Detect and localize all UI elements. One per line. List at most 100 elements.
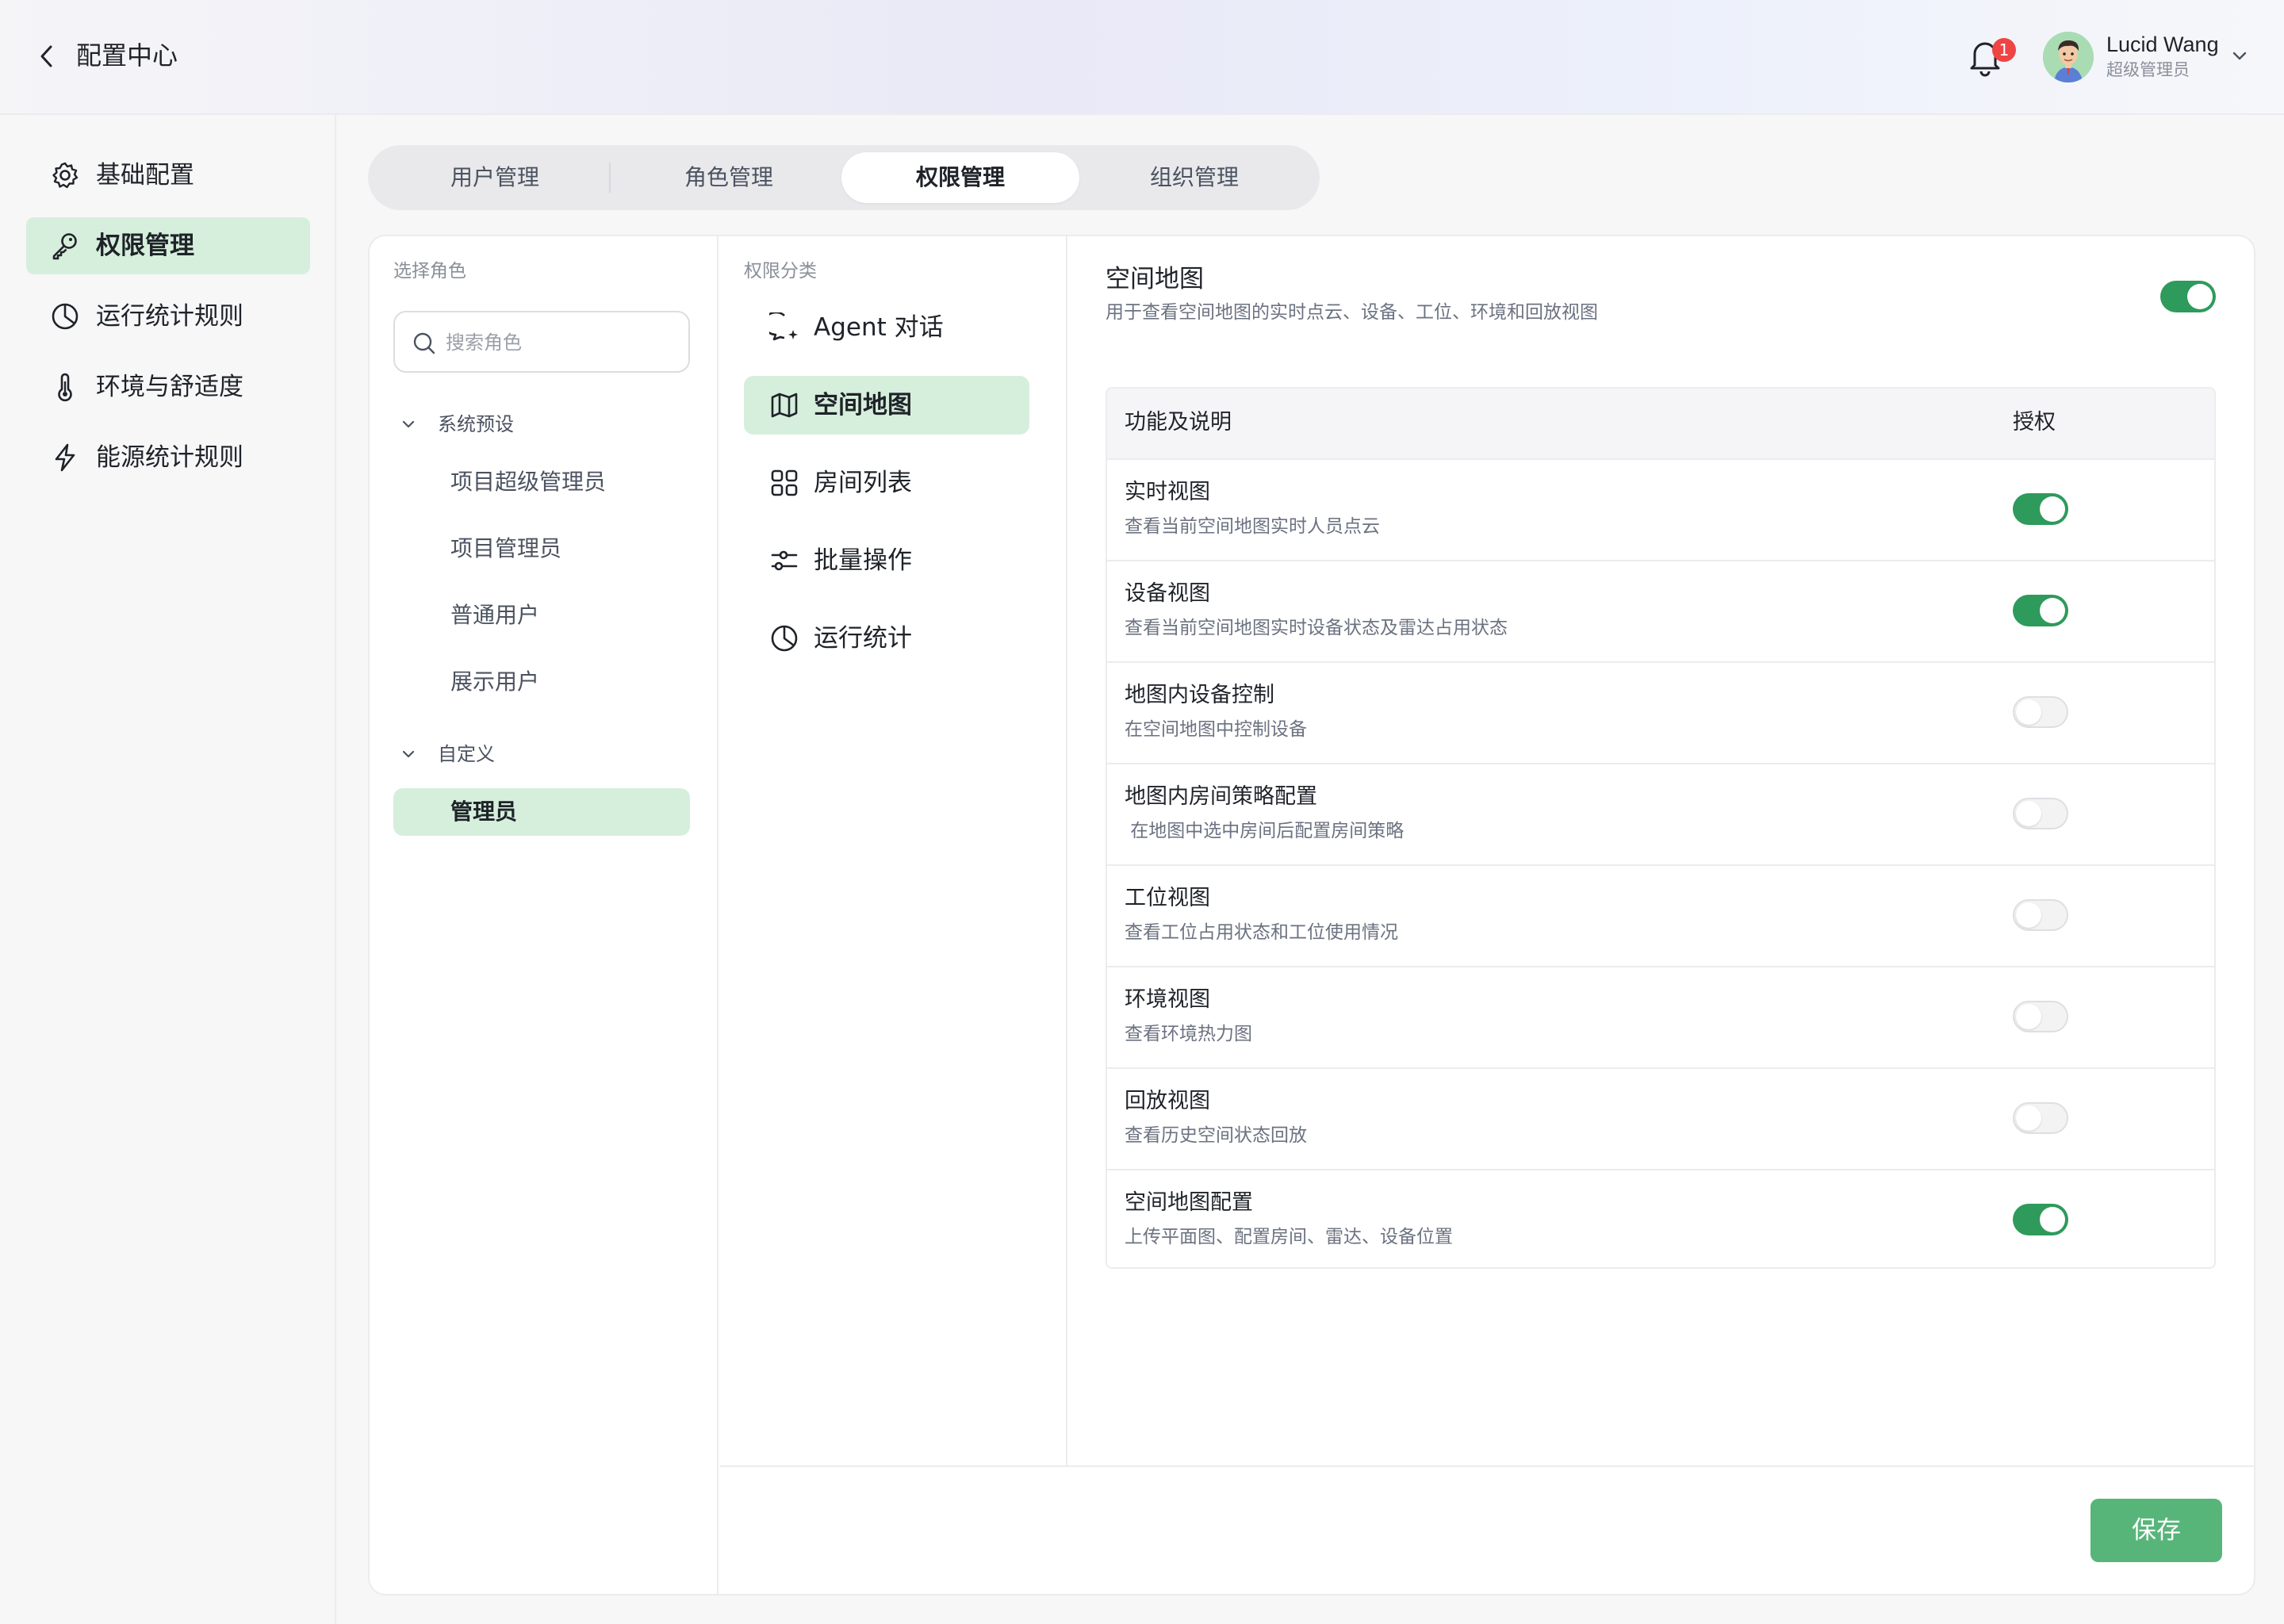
chevron-left-icon[interactable] [35, 41, 59, 71]
sidebar-item-energy-rules[interactable]: 能源统计规则 [26, 429, 310, 486]
sidebar-item-label: 基础配置 [96, 161, 194, 190]
table-row: 回放视图 查看历史空间状态回放 [1107, 1067, 2214, 1169]
column-divider [1066, 236, 1067, 1465]
role-item-display-user[interactable]: 展示用户 [393, 658, 690, 706]
role-group-label: 自定义 [438, 743, 495, 765]
sidebar-item-permissions[interactable]: 权限管理 [26, 217, 310, 274]
permission-table: 功能及说明 授权 实时视图 查看当前空间地图实时人员点云 设备视图 查看当前空间… [1106, 387, 2216, 1269]
role-group-label: 系统预设 [438, 413, 514, 435]
feature-name: 回放视图 [1125, 1089, 1210, 1113]
feature-name: 工位视图 [1125, 886, 1210, 910]
feature-desc: 在空间地图中控制设备 [1125, 719, 1307, 740]
footer-divider [720, 1465, 2254, 1467]
feature-name: 环境视图 [1125, 987, 1210, 1012]
avatar[interactable] [2043, 32, 2094, 82]
grid-icon [771, 469, 798, 496]
user-role: 超级管理员 [2106, 60, 2190, 79]
feature-name: 地图内设备控制 [1125, 683, 1274, 707]
notification-badge: 1 [1992, 38, 2016, 62]
role-item-label: 项目管理员 [450, 535, 562, 561]
tab-user-management[interactable]: 用户管理 [376, 152, 614, 203]
role-item-project-super-admin[interactable]: 项目超级管理员 [393, 458, 690, 506]
feature-toggle[interactable] [2013, 1204, 2068, 1235]
tab-org-management[interactable]: 组织管理 [1075, 152, 1313, 203]
feature-toggle[interactable] [2013, 798, 2068, 829]
sidebar-item-label: 权限管理 [96, 232, 194, 260]
sliders-icon [771, 550, 798, 571]
category-label: 运行统计 [814, 624, 912, 653]
tab-bar: 用户管理 角色管理 权限管理 组织管理 [368, 145, 1320, 210]
table-header: 功能及说明 授权 [1107, 389, 2214, 458]
category-label: 批量操作 [814, 546, 912, 575]
chevron-down-icon[interactable] [2230, 46, 2249, 65]
role-search [393, 311, 690, 373]
role-section-label: 选择角色 [393, 261, 466, 282]
master-toggle[interactable] [2160, 281, 2216, 312]
category-batch-ops[interactable]: 批量操作 [744, 531, 1029, 590]
key-icon [52, 233, 77, 260]
column-header-feature: 功能及说明 [1125, 410, 1232, 435]
feature-desc: 在地图中选中房间后配置房间策略 [1125, 821, 1405, 841]
chevron-down-icon [402, 420, 415, 428]
role-item-label: 管理员 [450, 799, 518, 825]
role-item-label: 普通用户 [450, 602, 540, 628]
tab-permission-management[interactable]: 权限管理 [841, 152, 1079, 203]
lightning-icon [55, 443, 75, 472]
category-label: Agent 对话 [814, 313, 944, 342]
feature-toggle[interactable] [2013, 1102, 2068, 1134]
table-row: 设备视图 查看当前空间地图实时设备状态及雷达占用状态 [1107, 560, 2214, 661]
app-title: 配置中心 [76, 40, 178, 71]
search-icon [413, 332, 435, 354]
feature-desc: 查看当前空间地图实时人员点云 [1125, 516, 1380, 537]
detail-title: 空间地图 [1106, 265, 1204, 293]
feature-desc: 查看当前空间地图实时设备状态及雷达占用状态 [1125, 618, 1508, 638]
map-icon [771, 393, 798, 418]
feature-desc: 查看工位占用状态和工位使用情况 [1125, 922, 1398, 943]
save-button[interactable]: 保存 [2090, 1499, 2222, 1562]
thermometer-icon [58, 373, 72, 402]
feature-toggle[interactable] [2013, 1001, 2068, 1032]
feature-toggle[interactable] [2013, 899, 2068, 931]
pie-chart-icon [771, 625, 798, 652]
sidebar-item-basic-config[interactable]: 基础配置 [26, 147, 310, 204]
role-item-project-admin[interactable]: 项目管理员 [393, 525, 690, 573]
role-item-normal-user[interactable]: 普通用户 [393, 592, 690, 639]
tab-role-management[interactable]: 角色管理 [610, 152, 848, 203]
sidebar-item-label: 环境与舒适度 [96, 373, 243, 401]
role-search-input[interactable] [444, 324, 677, 362]
sidebar-item-environment[interactable]: 环境与舒适度 [26, 358, 310, 416]
category-space-map[interactable]: 空间地图 [744, 376, 1029, 435]
permission-card: 选择角色 系统预设 项目超级管理员 项目管理员 普通用户 展示用户 自定义 管理… [368, 235, 2255, 1595]
category-label: 房间列表 [814, 469, 912, 497]
role-item-label: 项目超级管理员 [450, 469, 607, 495]
table-row: 环境视图 查看环境热力图 [1107, 966, 2214, 1067]
user-name: Lucid Wang [2106, 33, 2219, 56]
sidebar-item-run-stats-rules[interactable]: 运行统计规则 [26, 288, 310, 345]
category-run-stats[interactable]: 运行统计 [744, 609, 1029, 668]
feature-toggle[interactable] [2013, 493, 2068, 525]
feature-name: 设备视图 [1125, 581, 1210, 606]
feature-name: 空间地图配置 [1125, 1190, 1253, 1215]
table-row: 地图内设备控制 在空间地图中控制设备 [1107, 661, 2214, 763]
category-agent-chat[interactable]: Agent 对话 [744, 298, 1029, 357]
category-column: 权限分类 Agent 对话 空间地图 房间列表 批量操作 运行统计 [719, 236, 1066, 1465]
category-room-list[interactable]: 房间列表 [744, 454, 1029, 512]
sidebar-item-label: 运行统计规则 [96, 302, 243, 331]
pie-chart-icon [52, 303, 79, 330]
detail-description: 用于查看空间地图的实时点云、设备、工位、环境和回放视图 [1106, 302, 1598, 323]
feature-toggle[interactable] [2013, 595, 2068, 626]
table-row: 工位视图 查看工位占用状态和工位使用情况 [1107, 864, 2214, 966]
feature-name: 地图内房间策略配置 [1125, 784, 1317, 809]
category-section-label: 权限分类 [744, 261, 817, 282]
role-item-label: 展示用户 [450, 668, 540, 695]
feature-desc: 上传平面图、配置房间、雷达、设备位置 [1125, 1227, 1453, 1247]
chat-sparkle-icon [769, 312, 798, 341]
feature-name: 实时视图 [1125, 480, 1210, 504]
chevron-down-icon [402, 750, 415, 758]
table-row: 实时视图 查看当前空间地图实时人员点云 [1107, 458, 2214, 560]
table-row: 空间地图配置 上传平面图、配置房间、雷达、设备位置 [1107, 1169, 2214, 1267]
feature-desc: 查看环境热力图 [1125, 1024, 1252, 1044]
role-item-admin[interactable]: 管理员 [393, 788, 690, 836]
feature-toggle[interactable] [2013, 696, 2068, 728]
top-header: 配置中心 1 Lucid Wang 超级管理员 [0, 0, 2284, 115]
